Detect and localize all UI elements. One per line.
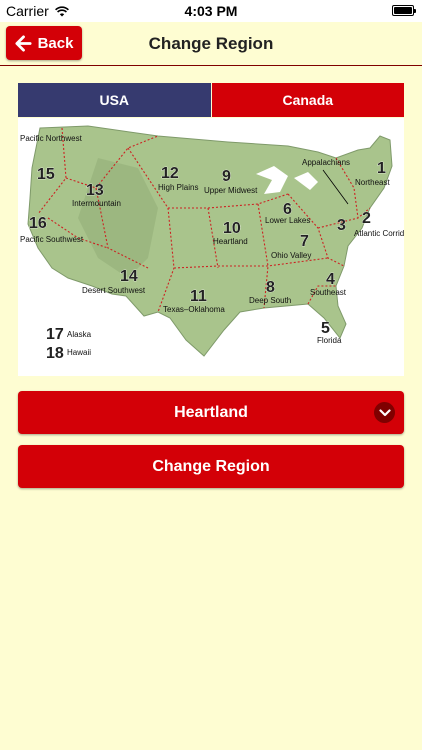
region-name: Pacific Northwest <box>20 134 83 143</box>
region-name: Northeast <box>355 178 390 187</box>
region-number: 5 <box>321 320 330 337</box>
chevron-down-glyph <box>378 408 391 416</box>
status-time: 4:03 PM <box>184 3 238 19</box>
region-number: 16 <box>29 215 47 232</box>
region-number: 7 <box>300 233 309 250</box>
region-number: 15 <box>37 166 55 183</box>
region-name: Alaska <box>67 330 92 339</box>
region-map[interactable]: 1 Northeast 2 Atlantic Corridor 3 Appala… <box>18 118 404 376</box>
region-number: 1 <box>377 160 386 177</box>
country-tabs: USA Canada <box>18 83 404 117</box>
region-name: Appalachians <box>302 158 350 167</box>
region-name: Atlantic Corridor <box>354 229 404 238</box>
region-number: 9 <box>222 168 231 185</box>
region-number: 8 <box>266 279 275 296</box>
region-name: Desert Southwest <box>82 286 146 295</box>
region-name: Ohio Valley <box>271 251 311 260</box>
region-name: High Plains <box>158 183 198 192</box>
region-number: 2 <box>362 210 371 227</box>
page-title: Change Region <box>148 34 274 53</box>
nav-bar: Back Change Region <box>0 22 422 66</box>
region-name: Florida <box>317 336 342 345</box>
region-name: Pacific Southwest <box>20 235 84 244</box>
region-number: 12 <box>161 165 179 182</box>
region-number: 3 <box>337 217 346 234</box>
region-number: 4 <box>326 271 335 288</box>
region-number: 11 <box>190 288 207 305</box>
region-name: Heartland <box>213 237 248 246</box>
region-name: Texas–Oklahoma <box>163 305 225 314</box>
region-name: Lower Lakes <box>265 216 310 225</box>
usa-map-image: 1 Northeast 2 Atlantic Corridor 3 Appala… <box>20 125 404 362</box>
region-name: Hawaii <box>67 348 91 357</box>
region-number: 18 <box>46 345 64 362</box>
region-name: Intermountain <box>72 199 121 208</box>
tab-canada[interactable]: Canada <box>210 83 404 117</box>
change-region-button[interactable]: Change Region <box>18 445 404 488</box>
battery-icon <box>392 5 416 16</box>
region-name: Southeast <box>310 288 347 297</box>
selected-region-label: Heartland <box>174 403 248 421</box>
region-number: 13 <box>86 182 104 199</box>
status-bar: Carrier 4:03 PM <box>0 0 422 22</box>
region-number: 14 <box>120 268 138 285</box>
chevron-down-icon <box>374 402 395 423</box>
region-name: Upper Midwest <box>204 186 258 195</box>
region-number: 10 <box>223 220 241 237</box>
region-name: Deep South <box>249 296 291 305</box>
tab-usa[interactable]: USA <box>18 83 211 117</box>
region-number: 17 <box>46 326 64 343</box>
region-dropdown[interactable]: Heartland <box>18 391 404 434</box>
